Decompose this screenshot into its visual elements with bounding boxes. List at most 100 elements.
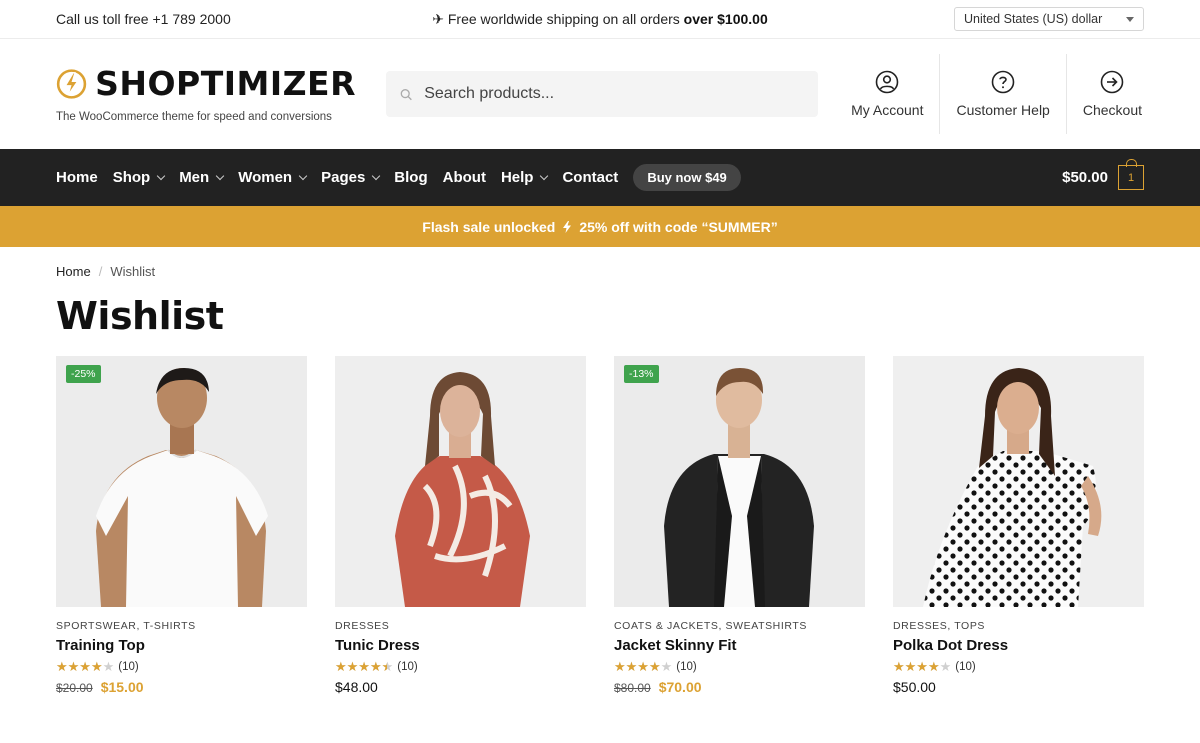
star-rating-fill: ★★★★★ [893,660,940,673]
caret-down-icon [1126,16,1134,22]
currency-select[interactable]: United States (US) dollar [954,7,1144,31]
product-name[interactable]: Jacket Skinny Fit [614,637,865,654]
product-image[interactable] [893,356,1144,607]
page-title: Wishlist [56,294,224,338]
user-icon [875,70,899,94]
nav-item-contact[interactable]: Contact [562,169,618,186]
product-name[interactable]: Tunic Dress [335,637,586,654]
top-bar: Call us toll free +1 789 2000 ✈ Free wor… [0,0,1200,39]
sale-badge: -25% [66,365,101,383]
lightning-icon [563,220,572,233]
star-rating-icon: ★★★★★★★★★★ [335,659,394,674]
shopping-bag-icon: 1 [1118,159,1144,190]
logo-tagline: The WooCommerce theme for speed and conv… [56,110,332,123]
review-count: (10) [676,660,697,673]
search-icon [400,88,412,100]
star-rating-icon: ★★★★★★★★★★ [614,659,673,674]
nav-item-label: About [442,169,486,186]
chevron-down-icon [372,171,381,180]
product-image[interactable]: -25% [56,356,307,607]
product-name[interactable]: Training Top [56,637,307,654]
breadcrumb-separator: / [98,264,103,279]
nav-item-about[interactable]: About [443,169,486,186]
product-card: -13% COATS & JACKETS, SWEATSHIRTS Jacket… [614,356,865,695]
cart-count: 1 [1127,171,1135,184]
product-image[interactable] [335,356,586,607]
my-account-label: My Account [851,102,924,118]
chevron-down-icon [215,171,225,180]
product-rating: ★★★★★★★★★★ (10) [614,660,865,673]
header-links: My Account Customer Help Checkout [835,54,1144,134]
breadcrumb: Home / Wishlist [56,264,1144,279]
product-price: $80.00 $70.00 [614,679,865,695]
nav-item-label: Pages [321,169,366,186]
main-content: Home / Wishlist Wishlist -25% SPORTSWEAR… [0,264,1200,695]
checkout-label: Checkout [1082,102,1142,118]
regular-price: $50.00 [893,679,936,695]
cart-button[interactable]: $50.00 1 [1062,159,1144,190]
currency-value: United States (US) dollar [964,12,1103,26]
nav-item-label: Help [500,169,534,186]
chevron-down-icon [298,171,308,180]
nav-item-blog[interactable]: Blog [394,169,427,186]
nav-item-help[interactable]: Help [500,169,549,186]
nav-item-label: Shop [112,169,151,186]
review-count: (10) [955,660,976,673]
checkout-link[interactable]: Checkout [1065,54,1144,134]
old-price: $20.00 [56,681,93,695]
product-card: DRESSES Tunic Dress ★★★★★ ★★★★★ (10) $48.… [335,356,586,695]
nav-item-label: Blog [394,169,428,186]
star-rating-fill: ★★★★★ [614,660,661,673]
product-categories: DRESSES, TOPS [893,620,986,632]
my-account-link[interactable]: My Account [835,54,939,134]
product-price: $50.00 [893,679,1144,695]
product-price: $48.00 [335,679,586,695]
chevron-down-icon [156,171,166,180]
nav-item-label: Contact [562,169,619,186]
product-name[interactable]: Polka Dot Dress [893,637,1144,654]
search-box [386,71,818,117]
flash-text-a: Flash sale unlocked [422,218,556,235]
nav-item-home[interactable]: Home [56,169,98,186]
woman-tunic-dress-photo [335,356,586,607]
site-logo[interactable]: SHOPTIMIZER The WooCommerce theme for sp… [56,66,356,123]
product-rating: ★★★★★★★★★★ (10) [893,660,1144,673]
phone-text: Call us toll free +1 789 2000 [56,11,231,27]
customer-help-link[interactable]: Customer Help [939,54,1065,134]
review-count: (10) [118,660,139,673]
woman-polka-dot-dress-photo [893,356,1144,607]
product-categories: COATS & JACKETS, SWEATSHIRTS [614,620,807,632]
product-grid: -25% SPORTSWEAR, T-SHIRTS Training Top ★… [56,356,1144,695]
flash-sale-banner: Flash sale unlocked 25% off with code “S… [0,206,1200,247]
customer-help-label: Customer Help [956,102,1050,118]
product-card: DRESSES, TOPS Polka Dot Dress ★★★★★★★★★★… [893,356,1144,695]
buy-now-button[interactable]: Buy now $49 [633,164,741,191]
product-price: $20.00 $15.00 [56,679,307,695]
product-rating: ★★★★★★★★★★ (10) [56,660,307,673]
site-header: SHOPTIMIZER The WooCommerce theme for sp… [0,39,1200,149]
chevron-down-icon [540,171,549,180]
product-image[interactable]: -13% [614,356,865,607]
nav-item-men[interactable]: Men [179,169,225,186]
old-price: $80.00 [614,681,651,695]
nav-item-shop[interactable]: Shop [112,169,166,186]
help-icon [991,70,1015,94]
breadcrumb-home[interactable]: Home [56,264,91,279]
star-rating-icon: ★★★★★★★★★★ [893,659,952,674]
shipping-threshold: over $100.00 [683,10,768,27]
nav-item-label: Men [179,169,210,186]
sale-badge: -13% [624,365,659,383]
nav-item-women[interactable]: Women [238,169,308,186]
sale-price: $70.00 [658,679,702,695]
product-card: -25% SPORTSWEAR, T-SHIRTS Training Top ★… [56,356,307,695]
main-nav: Home Shop Men Women Pages Blog About Hel… [0,149,1200,206]
star-rating-fill: ★★★★★ [56,660,103,673]
regular-price: $48.00 [335,679,378,695]
search-input[interactable] [424,85,804,103]
product-rating: ★★★★★★★★★★ (10) [335,660,586,673]
nav-item-label: Women [238,169,293,186]
star-rating-icon: ★★★★★★★★★★ [56,659,115,674]
nav-item-label: Home [56,169,98,186]
arrow-right-circle-icon [1101,70,1124,94]
nav-item-pages[interactable]: Pages [321,169,381,186]
